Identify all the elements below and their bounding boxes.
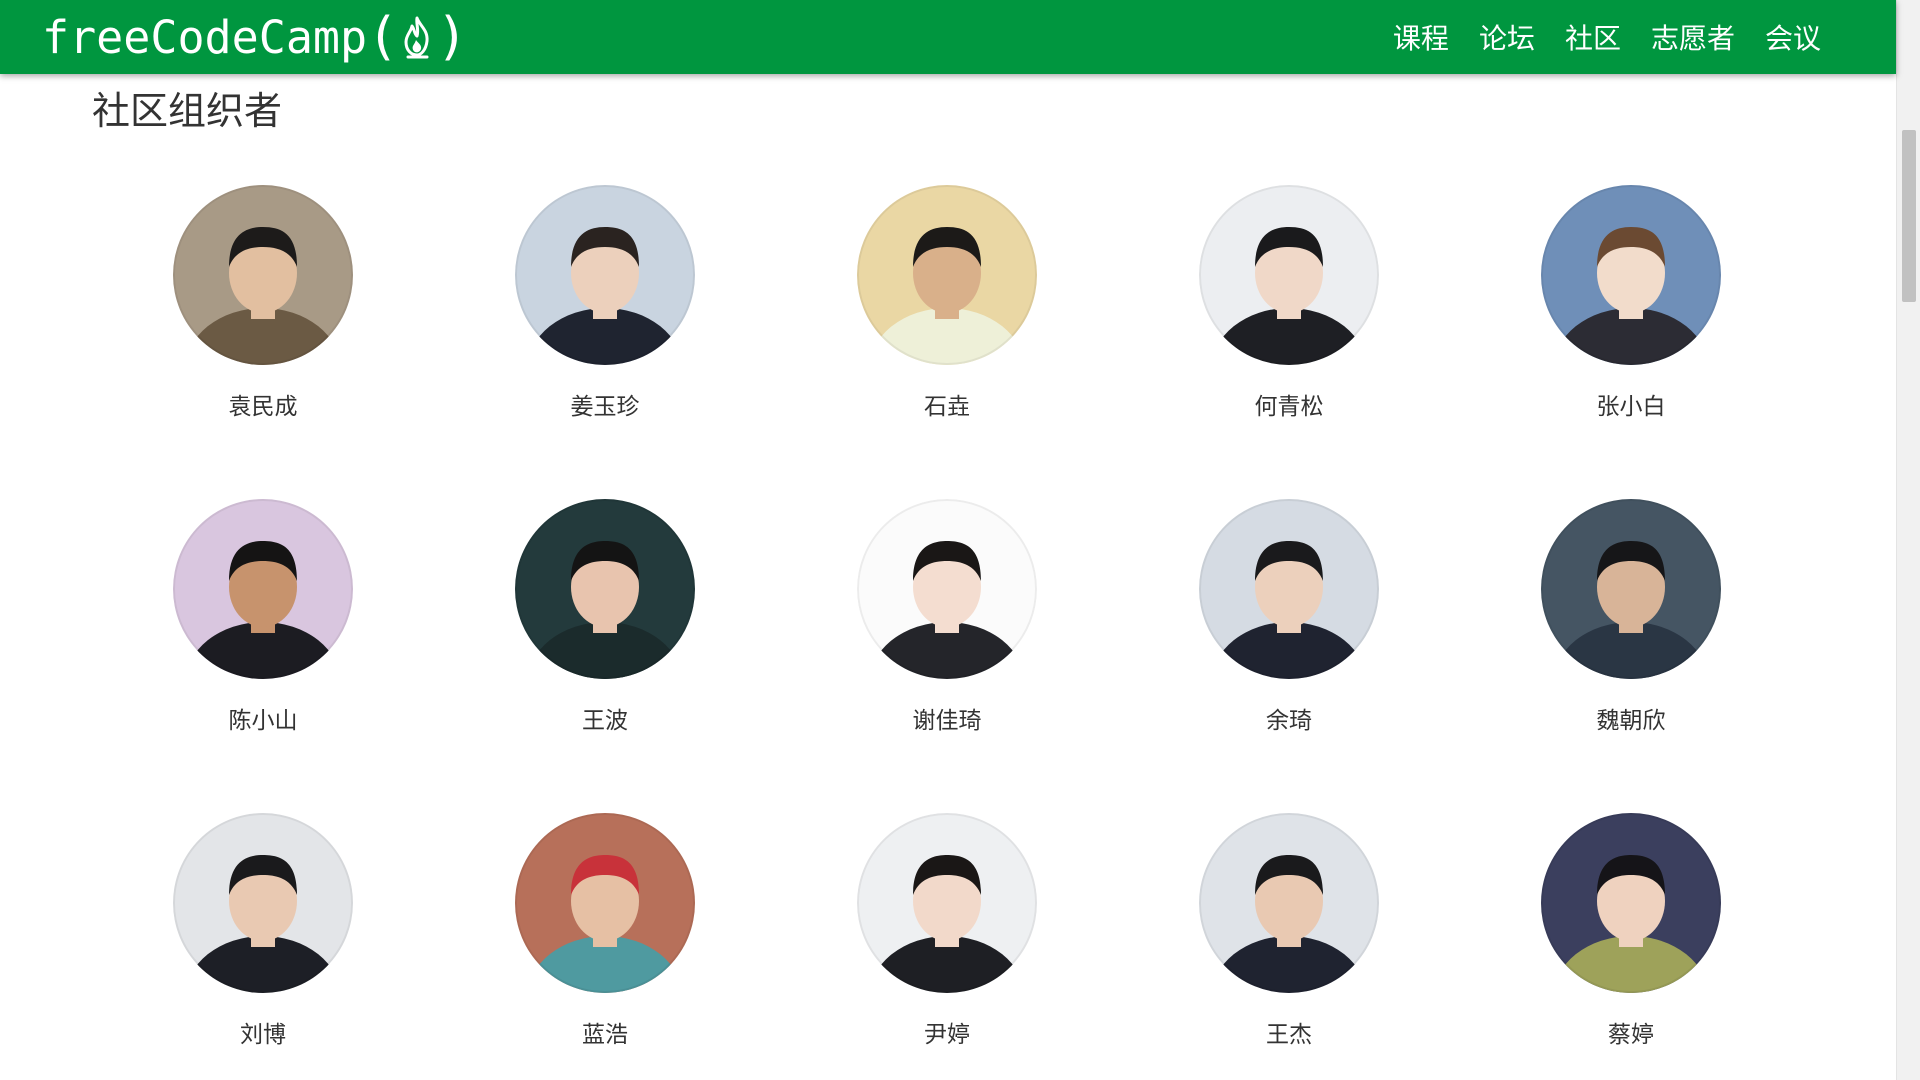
avatar-photo — [515, 185, 695, 365]
organizer-card[interactable]: 余琦 — [1118, 499, 1460, 813]
organizer-card[interactable]: 蔡婷 — [1460, 813, 1802, 1080]
brand-paren-open: ( — [367, 7, 399, 67]
avatar[interactable] — [1541, 813, 1721, 993]
avatar-photo — [173, 499, 353, 679]
section-title: 社区组织者 — [92, 89, 283, 133]
avatar-photo — [1199, 185, 1379, 365]
organizer-card[interactable]: 刘博 — [92, 813, 434, 1080]
organizer-card[interactable]: 蓝浩 — [434, 813, 776, 1080]
nav-links: 课程 论坛 社区 志愿者 会议 — [1378, 0, 1836, 74]
organizer-name: 魏朝欣 — [1596, 708, 1666, 734]
avatar[interactable] — [515, 185, 695, 365]
nav-link-conference[interactable]: 会议 — [1750, 17, 1836, 57]
avatar-photo — [857, 813, 1037, 993]
organizer-name: 姜玉珍 — [570, 394, 640, 420]
organizer-name: 余琦 — [1266, 708, 1312, 734]
avatar-photo — [173, 185, 353, 365]
flame-icon — [404, 16, 429, 59]
organizer-card[interactable]: 何青松 — [1118, 185, 1460, 499]
avatar[interactable] — [515, 813, 695, 993]
organizer-card[interactable]: 袁民成 — [92, 185, 434, 499]
organizer-name: 石垚 — [924, 394, 970, 420]
organizer-name: 王杰 — [1266, 1022, 1312, 1048]
organizer-name: 蓝浩 — [582, 1022, 628, 1048]
avatar-photo — [515, 813, 695, 993]
avatar[interactable] — [857, 499, 1037, 679]
organizer-card[interactable]: 谢佳琦 — [776, 499, 1118, 813]
avatar[interactable] — [515, 499, 695, 679]
organizer-name: 陈小山 — [228, 708, 298, 734]
vertical-scrollbar[interactable] — [1896, 0, 1920, 1080]
avatar[interactable] — [173, 499, 353, 679]
avatar-photo — [857, 499, 1037, 679]
avatar[interactable] — [1199, 499, 1379, 679]
organizer-card[interactable]: 王波 — [434, 499, 776, 813]
organizer-card[interactable]: 张小白 — [1460, 185, 1802, 499]
nav-link-community[interactable]: 社区 — [1550, 17, 1636, 57]
avatar-photo — [1199, 499, 1379, 679]
organizer-name: 张小白 — [1596, 394, 1666, 420]
organizer-card[interactable]: 王杰 — [1118, 813, 1460, 1080]
avatar-photo — [1541, 499, 1721, 679]
avatar-photo — [1541, 813, 1721, 993]
avatar-photo — [857, 185, 1037, 365]
organizer-name: 谢佳琦 — [912, 708, 982, 734]
avatar[interactable] — [1541, 499, 1721, 679]
top-navbar: freeCodeCamp ( ) 课程 论坛 社区 志愿者 会议 — [0, 0, 1896, 74]
avatar-photo — [1541, 185, 1721, 365]
page: freeCodeCamp ( ) 课程 论坛 社区 志愿者 会议 社区组织者 袁… — [0, 0, 1920, 1080]
nav-link-courses[interactable]: 课程 — [1378, 17, 1464, 57]
organizer-card[interactable]: 姜玉珍 — [434, 185, 776, 499]
brand-text: freeCodeCamp — [42, 10, 368, 64]
avatar[interactable] — [857, 185, 1037, 365]
organizer-name: 袁民成 — [228, 394, 298, 420]
avatar-photo — [1199, 813, 1379, 993]
nav-link-volunteers[interactable]: 志愿者 — [1636, 17, 1750, 57]
avatar[interactable] — [1541, 185, 1721, 365]
avatar[interactable] — [1199, 185, 1379, 365]
organizer-name: 王波 — [582, 708, 628, 734]
organizer-name: 何青松 — [1254, 394, 1324, 420]
avatar[interactable] — [173, 813, 353, 993]
organizer-name: 尹婷 — [924, 1022, 970, 1048]
organizer-grid: 袁民成 姜玉珍 石垚 何青松 张小白陈小山 王波 谢佳琦 余琦 魏朝欣刘博 蓝浩 尹婷 王杰 蔡婷 — [92, 185, 1802, 1080]
avatar[interactable] — [173, 185, 353, 365]
avatar[interactable] — [1199, 813, 1379, 993]
nav-link-forum[interactable]: 论坛 — [1464, 17, 1550, 57]
scrollbar-thumb[interactable] — [1902, 130, 1916, 302]
organizer-card[interactable]: 陈小山 — [92, 499, 434, 813]
brand-paren-close: ) — [436, 7, 468, 67]
organizer-card[interactable]: 魏朝欣 — [1460, 499, 1802, 813]
avatar[interactable] — [857, 813, 1037, 993]
brand-logo[interactable]: freeCodeCamp ( ) — [42, 10, 468, 64]
organizer-card[interactable]: 尹婷 — [776, 813, 1118, 1080]
organizer-name: 刘博 — [240, 1022, 286, 1048]
organizer-card[interactable]: 石垚 — [776, 185, 1118, 499]
avatar-photo — [173, 813, 353, 993]
avatar-photo — [515, 499, 695, 679]
organizer-name: 蔡婷 — [1608, 1022, 1654, 1048]
